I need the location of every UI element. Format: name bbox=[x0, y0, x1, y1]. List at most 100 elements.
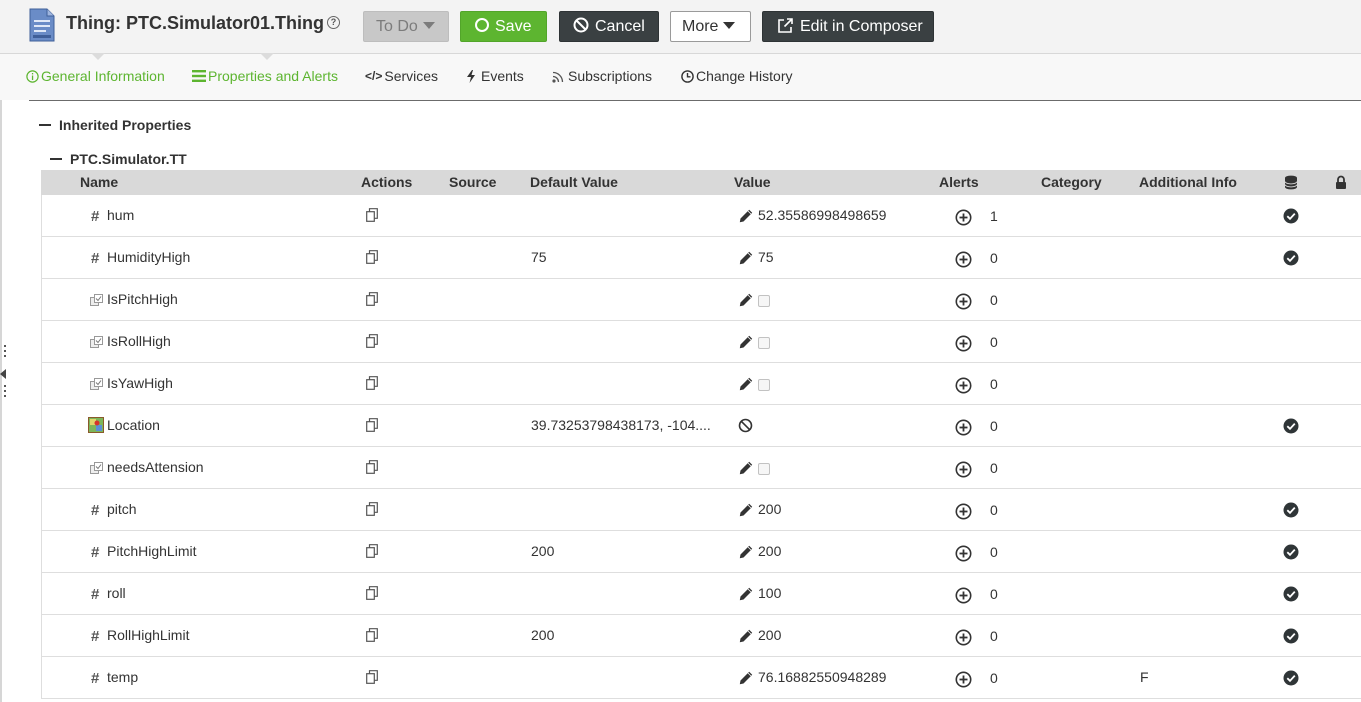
copy-icon[interactable] bbox=[366, 292, 378, 306]
table-row[interactable]: # HumidityHigh 75 75 0 bbox=[41, 237, 1361, 279]
copy-icon[interactable] bbox=[366, 502, 378, 516]
add-alert-icon[interactable] bbox=[955, 293, 972, 310]
column-header-name[interactable]: Name bbox=[80, 174, 118, 190]
add-alert-icon[interactable] bbox=[955, 671, 972, 688]
table-row[interactable]: IsRollHigh 0 bbox=[41, 321, 1361, 363]
edit-value-icon[interactable] bbox=[739, 293, 753, 307]
property-name[interactable]: IsPitchHigh bbox=[107, 291, 178, 307]
copy-icon[interactable] bbox=[366, 208, 378, 222]
add-alert-icon[interactable] bbox=[955, 335, 972, 352]
edit-value-icon[interactable] bbox=[739, 335, 753, 349]
edit-value-icon[interactable] bbox=[739, 377, 753, 391]
sidebar-collapse-handle[interactable] bbox=[0, 345, 10, 405]
add-alert-icon[interactable] bbox=[955, 629, 972, 646]
add-alert-icon[interactable] bbox=[955, 209, 972, 226]
add-alert-icon[interactable] bbox=[955, 377, 972, 394]
table-row[interactable]: # roll 100 0 bbox=[41, 573, 1361, 615]
column-header-value[interactable]: Value bbox=[734, 174, 771, 190]
copy-icon[interactable] bbox=[366, 418, 378, 432]
edit-value-icon[interactable] bbox=[739, 587, 753, 601]
entity-header: Thing: PTC.Simulator01.Thing ? To Do Sav… bbox=[0, 0, 1361, 54]
check-circle-icon bbox=[1283, 208, 1299, 224]
check-circle-icon bbox=[1283, 502, 1299, 518]
value-checkbox[interactable] bbox=[758, 379, 770, 391]
copy-icon[interactable] bbox=[366, 334, 378, 348]
add-alert-icon[interactable] bbox=[955, 461, 972, 478]
table-row[interactable]: # pitch 200 0 bbox=[41, 489, 1361, 531]
tab-change-history[interactable]: Change History bbox=[681, 68, 793, 84]
copy-icon[interactable] bbox=[366, 670, 378, 684]
edit-value-icon[interactable] bbox=[739, 503, 753, 517]
lock-icon bbox=[1336, 175, 1346, 189]
number-type-icon: # bbox=[91, 586, 100, 603]
more-label: More bbox=[682, 18, 719, 35]
collapse-icon bbox=[50, 158, 62, 161]
todo-button[interactable]: To Do bbox=[363, 11, 449, 42]
check-circle-icon bbox=[1283, 670, 1299, 686]
tab-general-information[interactable]: General Information bbox=[26, 68, 165, 84]
check-circle-icon bbox=[1283, 544, 1299, 560]
value-checkbox[interactable] bbox=[758, 463, 770, 475]
edit-value-icon[interactable] bbox=[739, 629, 753, 643]
copy-icon[interactable] bbox=[366, 460, 378, 474]
add-alert-icon[interactable] bbox=[955, 587, 972, 604]
todo-label: To Do bbox=[376, 18, 418, 35]
property-name[interactable]: hum bbox=[107, 207, 134, 223]
column-header-additional-info[interactable]: Additional Info bbox=[1139, 174, 1237, 190]
tab-events[interactable]: Events bbox=[466, 68, 524, 84]
save-button[interactable]: Save bbox=[460, 11, 547, 42]
property-name[interactable]: temp bbox=[107, 669, 138, 685]
table-row[interactable]: # RollHighLimit 200 200 0 bbox=[41, 615, 1361, 657]
alerts-count: 0 bbox=[990, 418, 998, 434]
copy-icon[interactable] bbox=[366, 544, 378, 558]
property-name[interactable]: needsAttension bbox=[107, 459, 204, 475]
additional-info: F bbox=[1140, 669, 1149, 685]
property-name[interactable]: Location bbox=[107, 417, 160, 433]
property-name[interactable]: roll bbox=[107, 585, 126, 601]
table-row[interactable]: IsPitchHigh 0 bbox=[41, 279, 1361, 321]
table-row[interactable]: # temp 76.16882550948289 0 F bbox=[41, 657, 1361, 699]
property-name[interactable]: HumidityHigh bbox=[107, 249, 190, 265]
add-alert-icon[interactable] bbox=[955, 545, 972, 562]
tab-subscriptions[interactable]: Subscriptions bbox=[552, 68, 652, 84]
copy-icon[interactable] bbox=[366, 628, 378, 642]
group-toggle[interactable]: PTC.Simulator.TT bbox=[50, 151, 187, 167]
add-alert-icon[interactable] bbox=[955, 251, 972, 268]
table-row[interactable]: needsAttension 0 bbox=[41, 447, 1361, 489]
copy-icon[interactable] bbox=[366, 376, 378, 390]
tab-services[interactable]: </> Services bbox=[365, 68, 438, 84]
value-checkbox[interactable] bbox=[758, 295, 770, 307]
tab-pointer bbox=[260, 53, 274, 60]
edit-value-icon[interactable] bbox=[739, 545, 753, 559]
edit-in-composer-button[interactable]: Edit in Composer bbox=[762, 11, 934, 42]
edit-value-icon[interactable] bbox=[739, 461, 753, 475]
edit-value-icon[interactable] bbox=[739, 251, 753, 265]
cancel-button[interactable]: Cancel bbox=[559, 11, 659, 42]
property-name[interactable]: IsYawHigh bbox=[107, 375, 173, 391]
property-name[interactable]: pitch bbox=[107, 501, 137, 517]
column-header-alerts[interactable]: Alerts bbox=[939, 174, 979, 190]
edit-value-icon[interactable] bbox=[739, 671, 753, 685]
column-header-default-value[interactable]: Default Value bbox=[530, 174, 618, 190]
copy-icon[interactable] bbox=[366, 586, 378, 600]
table-row[interactable]: IsYawHigh 0 bbox=[41, 363, 1361, 405]
column-header-actions: Actions bbox=[361, 174, 413, 190]
inherited-properties-toggle[interactable]: Inherited Properties bbox=[39, 117, 191, 133]
more-button[interactable]: More bbox=[670, 11, 751, 42]
column-header-source[interactable]: Source bbox=[449, 174, 496, 190]
property-name[interactable]: IsRollHigh bbox=[107, 333, 171, 349]
value-checkbox[interactable] bbox=[758, 337, 770, 349]
table-row[interactable]: # PitchHighLimit 200 200 0 bbox=[41, 531, 1361, 573]
column-header-category[interactable]: Category bbox=[1041, 174, 1102, 190]
property-name[interactable]: RollHighLimit bbox=[107, 627, 189, 643]
property-name[interactable]: PitchHighLimit bbox=[107, 543, 196, 559]
tab-properties-and-alerts[interactable]: Properties and Alerts bbox=[192, 68, 338, 84]
number-type-icon: # bbox=[91, 628, 100, 645]
table-row[interactable]: Location 39.73253798438173, -104.... 0 bbox=[41, 405, 1361, 447]
help-icon[interactable]: ? bbox=[327, 16, 340, 29]
add-alert-icon[interactable] bbox=[955, 503, 972, 520]
copy-icon[interactable] bbox=[366, 250, 378, 264]
edit-value-icon[interactable] bbox=[739, 209, 753, 223]
table-row[interactable]: # hum 52.35586998498659 1 bbox=[41, 195, 1361, 237]
add-alert-icon[interactable] bbox=[955, 419, 972, 436]
